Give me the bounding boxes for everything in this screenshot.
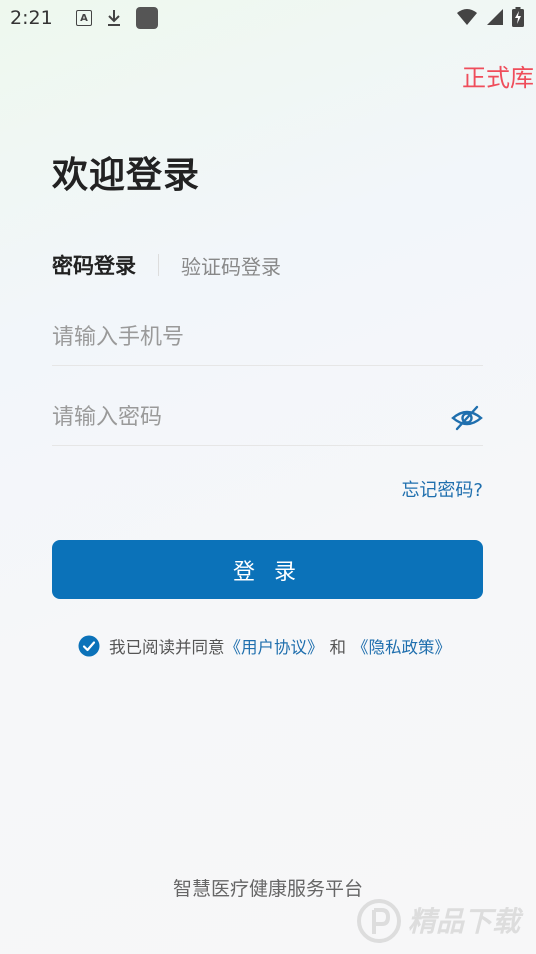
- environment-label: 正式库: [462, 64, 534, 92]
- watermark-logo-icon: [357, 899, 401, 943]
- agreement-prefix: 我已阅读并同意: [109, 638, 225, 657]
- forgot-password-link[interactable]: 忘记密码?: [401, 476, 483, 502]
- eye-off-icon[interactable]: [451, 402, 483, 434]
- agreement-checkbox[interactable]: [78, 635, 100, 657]
- status-icons-left: A: [76, 7, 158, 29]
- watermark: 精品下载: [356, 896, 526, 948]
- page-title: 欢迎登录: [52, 155, 201, 196]
- phone-input[interactable]: [52, 325, 432, 350]
- tab-divider: [158, 254, 159, 276]
- wifi-icon: [457, 9, 477, 25]
- password-input[interactable]: [52, 405, 432, 430]
- signal-icon: [487, 9, 503, 25]
- battery-charging-icon: [512, 7, 524, 27]
- a-notification-icon: A: [76, 10, 92, 26]
- tab-sms-code-login[interactable]: 验证码登录: [181, 251, 281, 280]
- privacy-policy-link[interactable]: 《隐私政策》: [352, 634, 451, 658]
- agreement-and: 和: [329, 638, 347, 657]
- login-tabs: 密码登录 验证码登录: [52, 250, 281, 280]
- password-field: [52, 390, 483, 446]
- app-icon: [136, 7, 158, 29]
- login-button[interactable]: 登 录: [52, 540, 483, 599]
- download-icon: [108, 10, 120, 26]
- agreement-row: 我已阅读并同意 《用户协议》 和 《隐私政策》: [78, 634, 451, 658]
- user-agreement-link[interactable]: 《用户协议》: [225, 634, 324, 658]
- status-time: 2:21: [10, 7, 53, 29]
- status-bar: 2:21 A: [0, 0, 536, 36]
- watermark-text: 精品下载: [408, 905, 521, 938]
- tab-password-login[interactable]: 密码登录: [52, 250, 136, 280]
- status-icons-right: [456, 7, 524, 27]
- phone-field: [52, 310, 483, 366]
